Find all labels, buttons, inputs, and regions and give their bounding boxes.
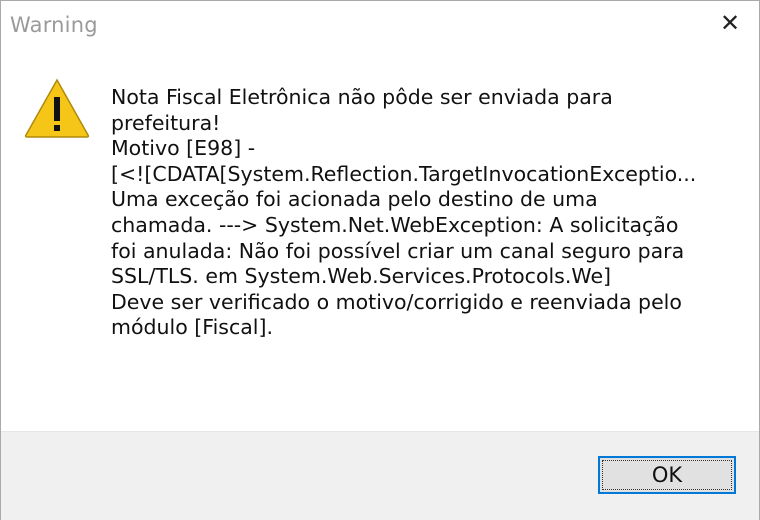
window-title: Warning bbox=[10, 13, 98, 37]
message-line: Deve ser verificado o motivo/corrigido e… bbox=[111, 289, 682, 314]
button-bar: OK bbox=[1, 431, 759, 520]
message-line: foi anulada: Não foi possível criar um c… bbox=[111, 238, 685, 263]
warning-dialog: Warning ✕ Nota Fiscal Eletrônica não pôd… bbox=[0, 0, 760, 520]
message-line: Motivo [E98] - bbox=[111, 136, 256, 161]
title-bar: Warning ✕ bbox=[1, 1, 759, 51]
message-line: Nota Fiscal Eletrônica não pôde ser envi… bbox=[111, 85, 613, 109]
message-line: SSL/TLS. em System.Web.Services.Protocol… bbox=[111, 264, 612, 289]
warning-triangle-icon bbox=[24, 78, 90, 138]
close-icon[interactable]: ✕ bbox=[715, 9, 745, 37]
ok-button-label: OK bbox=[602, 460, 732, 490]
message-line: módulo [Fiscal]. bbox=[111, 315, 273, 340]
message-line: Uma exceção foi acionada pelo destino de… bbox=[111, 187, 598, 212]
dialog-content: Nota Fiscal Eletrônica não pôde ser envi… bbox=[1, 51, 759, 431]
message-line: [<![CDATA[System.Reflection.TargetInvoca… bbox=[111, 161, 697, 186]
message-text: Nota Fiscal Eletrônica não pôde ser envi… bbox=[111, 85, 743, 341]
ok-button[interactable]: OK bbox=[598, 456, 736, 494]
message-line: chamada. ---> System.Net.WebException: A… bbox=[111, 212, 679, 237]
message-line: prefeitura! bbox=[111, 110, 221, 135]
